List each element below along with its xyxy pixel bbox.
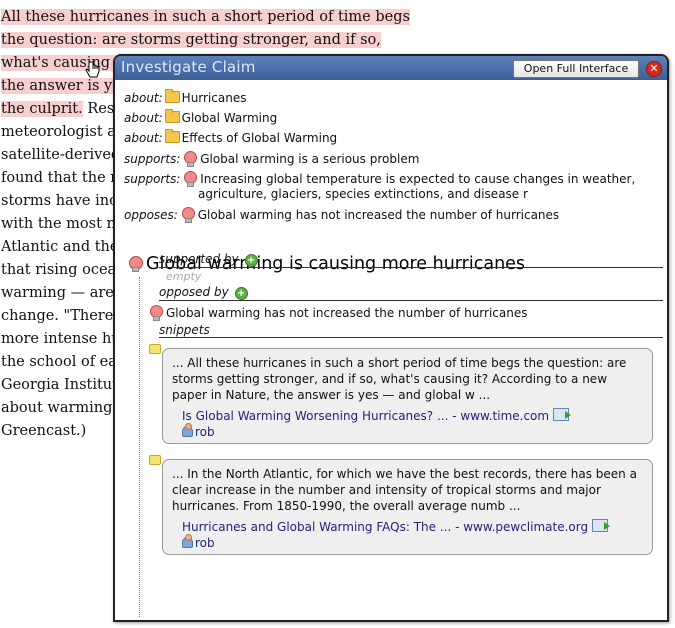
highlighted-text[interactable]: the answer is yes xyxy=(1,78,129,94)
empty-placeholder: empty xyxy=(166,270,202,283)
claim-link-continued[interactable]: agriculture, glaciers, species extinctio… xyxy=(198,187,528,201)
folder-icon xyxy=(164,109,180,123)
user-icon xyxy=(182,534,193,548)
opposed-by-label: opposed by xyxy=(159,285,229,299)
highlighted-text[interactable]: All these hurricanes in such a short per… xyxy=(1,9,410,25)
snippet-icon xyxy=(149,455,161,465)
user-icon xyxy=(182,423,193,437)
opposes-label: opposes: xyxy=(124,208,178,222)
popup-titlebar[interactable]: Investigate Claim Open Full Interface ✕ xyxy=(115,56,667,80)
about-row: about: Hurricanes xyxy=(124,89,247,105)
about-label: about: xyxy=(124,131,163,145)
topic-link[interactable]: Effects of Global Warming xyxy=(182,131,338,145)
popup-content: about: Hurricanes about: Global Warming ab… xyxy=(115,80,667,620)
supports-label: supports: xyxy=(124,152,181,166)
opposes-row: opposes: Global warming has not increase… xyxy=(124,207,559,223)
supported-by-section: supported by + xyxy=(159,252,663,268)
folder-icon xyxy=(164,129,180,143)
snippet-card: ... All these hurricanes in such a short… xyxy=(162,348,653,444)
snippet-icon xyxy=(149,344,161,354)
lightbulb-icon xyxy=(184,151,198,167)
open-page-icon[interactable] xyxy=(553,408,572,421)
folder-icon xyxy=(164,89,180,103)
snippet-user: rob xyxy=(182,534,644,551)
open-full-interface-button[interactable]: Open Full Interface xyxy=(513,60,639,78)
user-link[interactable]: rob xyxy=(195,425,215,439)
lightbulb-icon xyxy=(150,305,163,321)
claim-link[interactable]: Global warming has not increased the num… xyxy=(166,306,527,320)
add-icon[interactable]: + xyxy=(244,254,258,267)
topic-link[interactable]: Global Warming xyxy=(182,111,278,125)
about-row: about: Effects of Global Warming xyxy=(124,129,338,145)
lightbulb-icon xyxy=(181,207,195,223)
claim-link[interactable]: Global warming has not increased the num… xyxy=(198,208,559,222)
highlighted-text[interactable]: the culprit. xyxy=(1,101,83,117)
topic-link[interactable]: Hurricanes xyxy=(182,91,247,105)
lightbulb-icon xyxy=(184,171,198,187)
snippet-source-link[interactable]: Hurricanes and Global Warming FAQs: The … xyxy=(182,519,588,535)
supports-row: supports: Global warming is a serious pr… xyxy=(124,151,419,167)
claim-link[interactable]: Increasing global temperature is expecte… xyxy=(200,172,635,186)
supported-by-label: supported by xyxy=(159,252,239,266)
supports-label: supports: xyxy=(124,172,181,186)
add-icon[interactable]: + xyxy=(234,287,248,300)
tree-line xyxy=(139,277,140,617)
snippets-section: snippets xyxy=(159,323,663,338)
snippet-user: rob xyxy=(182,423,644,440)
open-page-icon[interactable] xyxy=(592,519,611,532)
highlighted-text[interactable]: what's causing it xyxy=(1,55,126,71)
opposed-by-item: Global warming has not increased the num… xyxy=(150,305,527,321)
hand-cursor-icon xyxy=(85,61,100,78)
user-link[interactable]: rob xyxy=(195,536,215,550)
lightbulb-icon xyxy=(129,256,143,272)
snippet-source-link[interactable]: Is Global Warming Worsening Hurricanes? … xyxy=(182,408,549,424)
snippet-text: ... All these hurricanes in such a short… xyxy=(172,356,627,402)
close-icon[interactable]: ✕ xyxy=(646,61,662,77)
supports-row: supports: Increasing global temperature … xyxy=(124,171,635,187)
about-label: about: xyxy=(124,91,163,105)
about-label: about: xyxy=(124,111,163,125)
snippet-card: ... In the North Atlantic, for which we … xyxy=(162,459,653,555)
investigate-claim-popup: Investigate Claim Open Full Interface ✕ … xyxy=(113,54,669,622)
opposed-by-section: opposed by + xyxy=(159,285,663,301)
claim-link[interactable]: Global warming is a serious problem xyxy=(200,152,419,166)
popup-title: Investigate Claim xyxy=(121,58,256,76)
about-row: about: Global Warming xyxy=(124,109,278,125)
snippet-text: ... In the North Atlantic, for which we … xyxy=(172,467,637,513)
snippets-label: snippets xyxy=(159,323,210,337)
highlighted-text[interactable]: the question: are storms getting stronge… xyxy=(1,32,381,48)
